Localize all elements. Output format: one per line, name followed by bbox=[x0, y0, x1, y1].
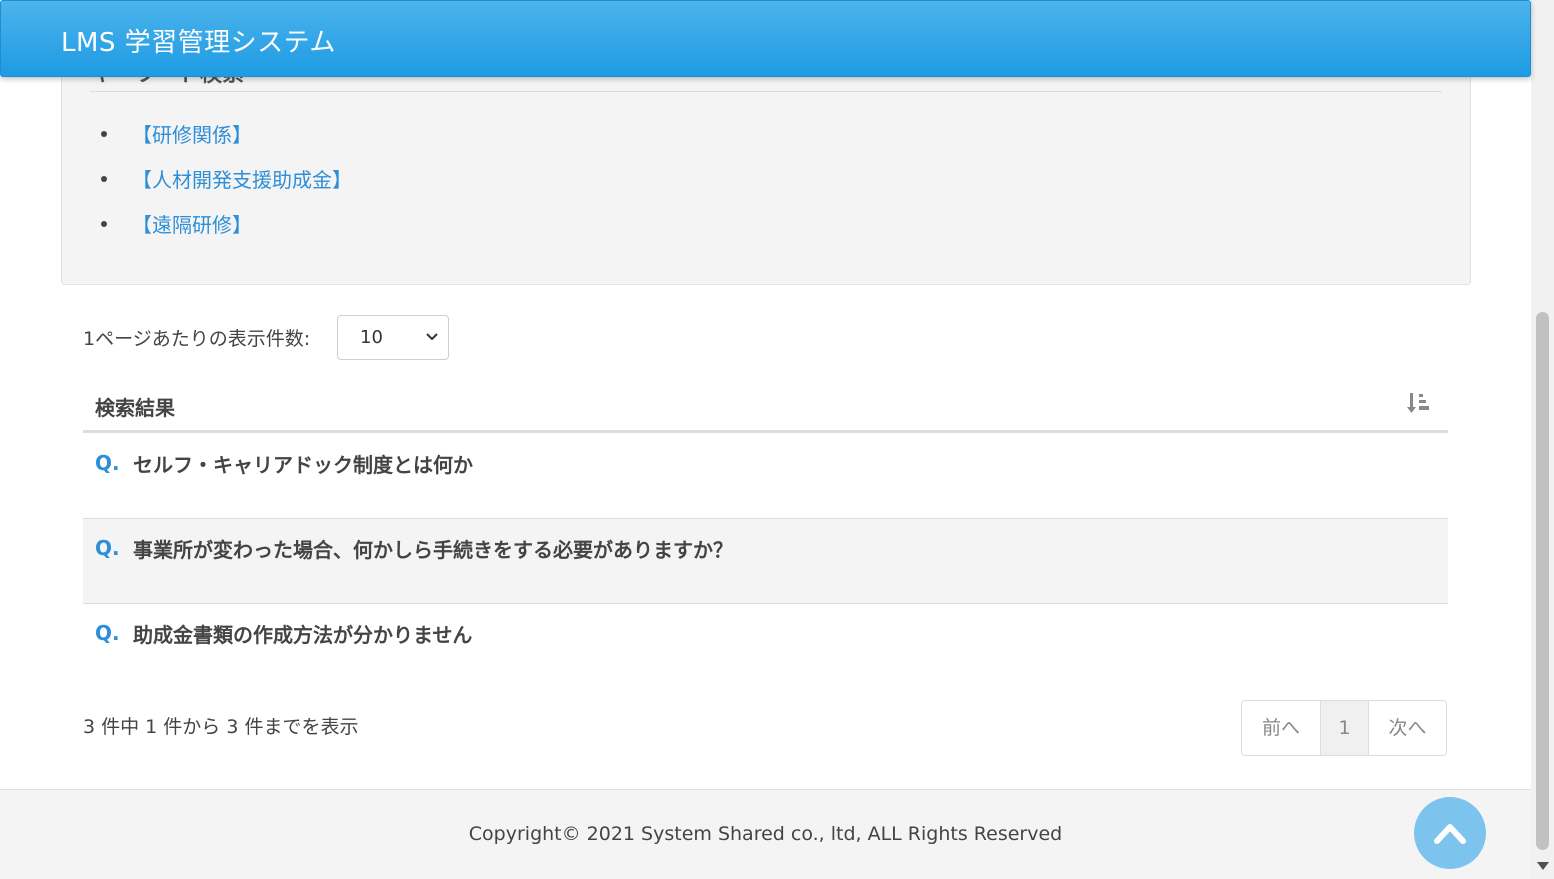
page-size-value: 10 bbox=[360, 327, 383, 348]
result-row[interactable]: Q. 事業所が変わった場合、何かしら手続きをする必要がありますか？ bbox=[83, 519, 1448, 604]
keyword-list-item: 【人材開発支援助成金】 bbox=[101, 164, 352, 209]
pagination-info: 3 件中 1 件から 3 件までを表示 bbox=[83, 716, 359, 738]
page-size-label: 1ページあたりの表示件数: bbox=[83, 328, 311, 350]
pagination-prev-button[interactable]: 前へ bbox=[1242, 701, 1321, 755]
question-mark-label: Q. bbox=[95, 451, 120, 475]
keyword-link-subsidy[interactable]: 【人材開発支援助成金】 bbox=[132, 168, 352, 192]
question-mark-label: Q. bbox=[95, 621, 120, 645]
footer-copyright: Copyright© 2021 System Shared co., ltd, … bbox=[468, 823, 1063, 845]
app-title[interactable]: LMS 学習管理システム bbox=[61, 22, 336, 59]
page: キーワード検索 【研修関係】 【人材開発支援助成金】 【遠隔研修】 LMS 学習… bbox=[0, 0, 1554, 879]
scroll-down-arrow-icon[interactable] bbox=[1537, 862, 1549, 870]
result-row[interactable]: Q. セルフ・キャリアドック制度とは何か bbox=[83, 434, 1448, 519]
sort-amount-down-icon[interactable] bbox=[1406, 390, 1432, 416]
footer: Copyright© 2021 System Shared co., ltd, … bbox=[0, 789, 1531, 879]
back-to-top-button[interactable] bbox=[1414, 797, 1486, 869]
scrollbar-thumb[interactable] bbox=[1536, 312, 1549, 850]
app-header: LMS 学習管理システム bbox=[0, 0, 1531, 77]
keyword-list: 【研修関係】 【人材開発支援助成金】 【遠隔研修】 bbox=[101, 119, 352, 254]
vertical-scrollbar[interactable] bbox=[1531, 0, 1554, 879]
question-text[interactable]: セルフ・キャリアドック制度とは何か bbox=[133, 449, 473, 478]
keyword-link-training[interactable]: 【研修関係】 bbox=[132, 123, 252, 147]
question-text[interactable]: 助成金書類の作成方法が分かりません bbox=[133, 619, 472, 648]
chevron-up-icon bbox=[1434, 824, 1466, 844]
keyword-list-item: 【遠隔研修】 bbox=[101, 209, 352, 254]
chevron-down-icon bbox=[426, 333, 438, 341]
page-size-select[interactable]: 10 bbox=[337, 315, 449, 360]
pagination: 前へ 1 次へ bbox=[1241, 700, 1447, 756]
keyword-link-remote-training[interactable]: 【遠隔研修】 bbox=[132, 213, 252, 237]
question-text[interactable]: 事業所が変わった場合、何かしら手続きをする必要がありますか？ bbox=[133, 534, 733, 563]
pagination-page-button[interactable]: 1 bbox=[1321, 701, 1369, 755]
result-row[interactable]: Q. 助成金書類の作成方法が分かりません bbox=[83, 604, 1448, 689]
results-table-header: 検索結果 bbox=[83, 380, 1448, 433]
question-mark-label: Q. bbox=[95, 536, 120, 560]
results-title: 検索結果 bbox=[95, 396, 175, 420]
keyword-list-item: 【研修関係】 bbox=[101, 119, 352, 164]
pagination-next-button[interactable]: 次へ bbox=[1369, 701, 1446, 755]
